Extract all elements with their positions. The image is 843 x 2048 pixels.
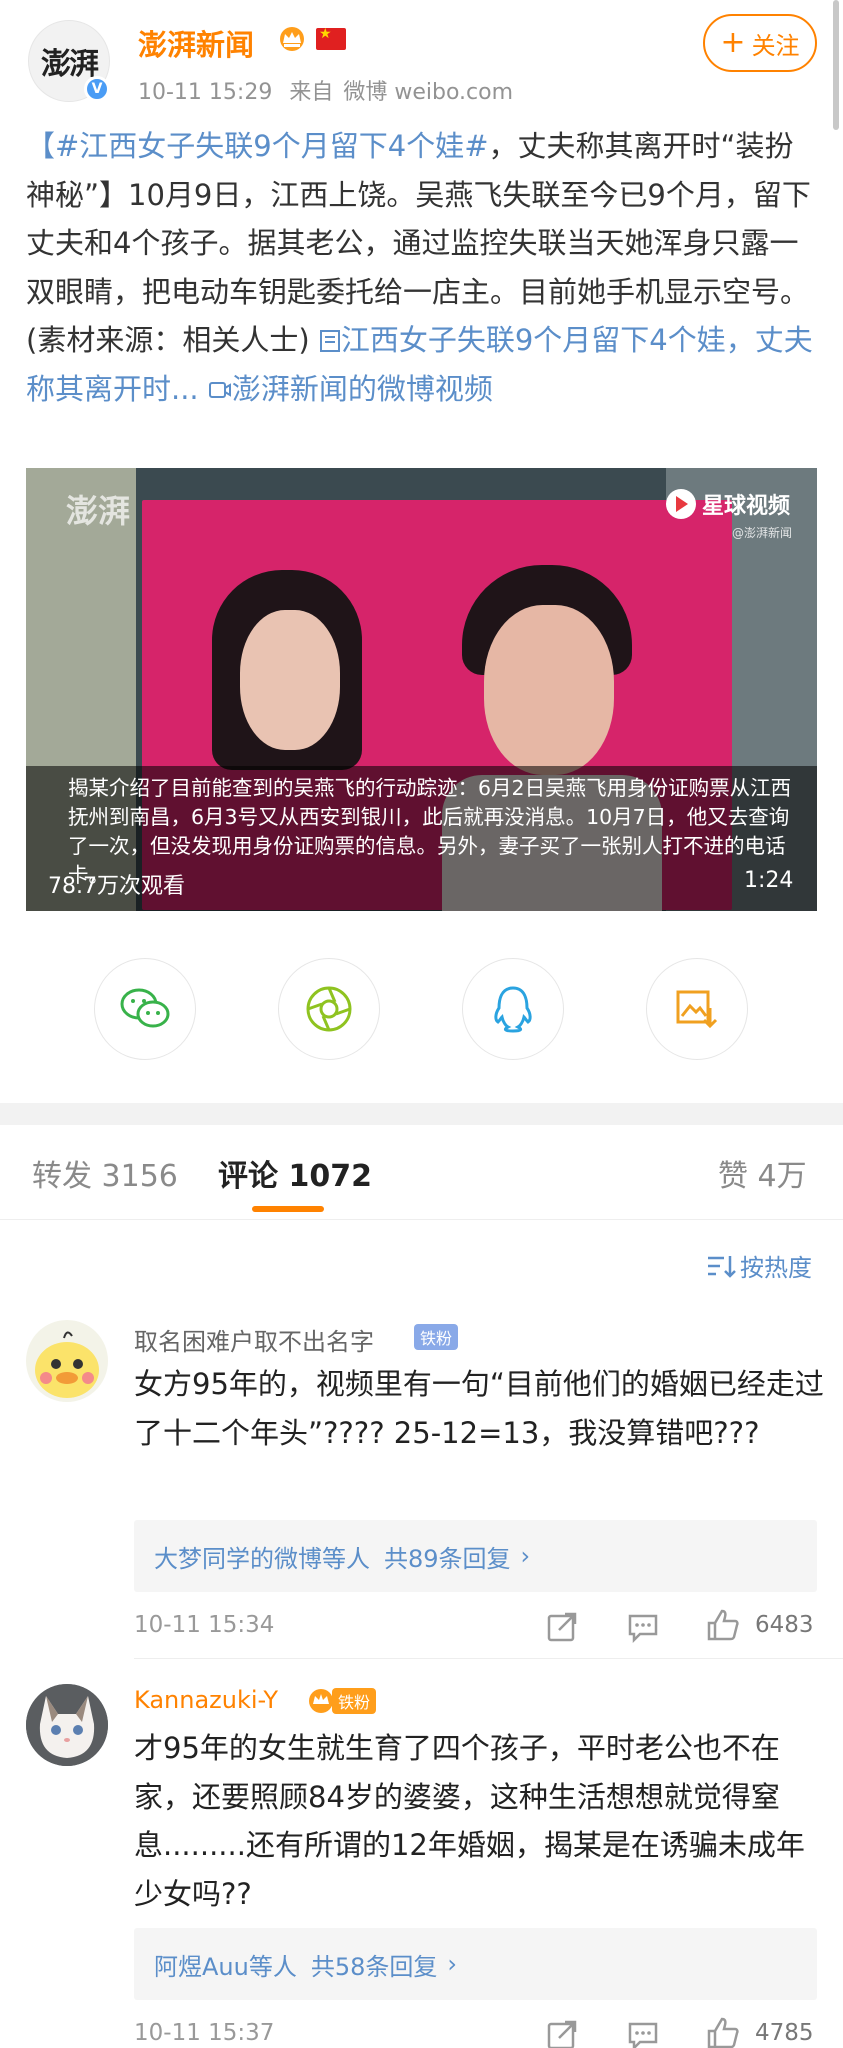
sort-icon <box>708 1255 736 1278</box>
like-count: 6483 <box>755 1612 814 1638</box>
follow-label: 关注 <box>751 31 800 60</box>
article-icon <box>319 330 340 352</box>
replies-users: 阿煜Auu等人 <box>154 1952 297 1981</box>
share-wechat-button[interactable] <box>94 958 196 1060</box>
qq-icon <box>494 986 532 1033</box>
author-name[interactable]: 澎湃新闻 <box>138 22 254 64</box>
commenter-avatar[interactable] <box>26 1684 108 1766</box>
chevron-right-icon: › <box>520 1542 531 1570</box>
reply-comment-icon[interactable] <box>626 2018 660 2048</box>
iron-fan-badge: 铁粉 <box>332 1688 377 1714</box>
save-image-button[interactable] <box>646 958 748 1060</box>
sort-by-hot-button[interactable]: 按热度 <box>706 1248 812 1283</box>
video-icon <box>208 381 231 398</box>
comment-text: 女方95年的，视频里有一句“目前他们的婚姻已经走过了十二个年头”???? 25-… <box>134 1367 824 1450</box>
plus-icon: + <box>720 25 746 60</box>
commenter-name[interactable]: 取名困难户取不出名字 <box>134 1322 374 1357</box>
duck-avatar-icon <box>35 1331 99 1398</box>
crown-icon <box>280 27 304 51</box>
replies-users: 大梦同学的微博等人 <box>154 1544 370 1573</box>
like-count: 4785 <box>755 2020 814 2046</box>
tab-bar: 转发 3156 评论 1072 赞 4万 <box>0 1125 843 1220</box>
verified-badge-icon: V <box>84 76 110 102</box>
moments-icon <box>306 986 352 1032</box>
post-text: 【#江西女子失联9个月留下4个娃#，丈夫称其离开时“装扮神秘”】10月9日，江西… <box>26 122 822 413</box>
tab-repost[interactable]: 转发 3156 <box>32 1151 178 1195</box>
play-logo-icon <box>666 489 696 519</box>
share-comment-icon[interactable] <box>545 2018 579 2048</box>
tab-comments[interactable]: 评论 1072 <box>218 1151 372 1195</box>
follow-button[interactable]: + 关注 <box>703 14 817 72</box>
replies-count: 共89条回复 <box>384 1544 511 1573</box>
video-brand: 星球视频 <box>666 488 790 520</box>
comment-time: 10-11 15:37 <box>134 2020 275 2046</box>
replies-box[interactable]: 大梦同学的微博等人 共89条回复 › <box>134 1520 817 1592</box>
reply-comment-icon[interactable] <box>626 1610 660 1644</box>
commenter-name[interactable]: Kannazuki-Y <box>134 1686 278 1714</box>
cat-avatar-icon <box>26 1684 108 1766</box>
tab-comments-count: 1072 <box>288 1159 372 1194</box>
source-prefix: 来自 <box>289 80 334 105</box>
wechat-icon <box>120 988 170 1028</box>
tab-indicator <box>252 1206 324 1212</box>
share-row <box>0 958 843 1068</box>
tab-repost-count: 3156 <box>101 1159 178 1194</box>
share-comment-icon[interactable] <box>545 1610 579 1644</box>
replies-box[interactable]: 阿煜Auu等人 共58条回复 › <box>134 1928 817 2000</box>
tab-comments-label: 评论 <box>218 1159 278 1194</box>
comment-divider <box>134 1658 843 1659</box>
china-flag-icon <box>316 26 346 50</box>
commenter-avatar[interactable] <box>26 1320 108 1402</box>
brand-sub: @澎湃新闻 <box>732 526 793 540</box>
chevron-right-icon: › <box>447 1950 457 1978</box>
post-time: 10-11 15:29 <box>138 80 273 105</box>
post-source[interactable]: 微博 weibo.com <box>343 80 513 105</box>
post-header: 澎湃 V 澎湃新闻 10-11 15:29 来自微博 weibo.com + 关… <box>0 0 843 125</box>
tab-likes-count: 4万 <box>757 1159 807 1194</box>
hashtag-link[interactable]: 【#江西女子失联9个月留下4个娃# <box>26 129 489 163</box>
video-duration: 1:24 <box>744 868 794 893</box>
like-icon[interactable] <box>706 1608 740 1642</box>
section-divider <box>0 1103 843 1125</box>
tab-likes[interactable]: 赞 4万 <box>718 1151 807 1195</box>
video-watermark: 澎湃 <box>66 492 131 530</box>
view-count: 78.7万次观看 <box>48 874 185 899</box>
sort-label: 按热度 <box>740 1254 812 1282</box>
post-meta: 10-11 15:29 来自 微博 weibo.com <box>138 74 523 106</box>
share-moments-button[interactable] <box>278 958 380 1060</box>
brand-label: 星球视频 <box>702 494 791 519</box>
video-player[interactable]: 澎湃 星球视频 @澎湃新闻 揭某介绍了目前能查到的吴燕飞的行动踪迹：6月2日吴燕… <box>26 468 817 911</box>
replies-count: 共58条回复 <box>310 1952 438 1981</box>
tab-likes-label: 赞 <box>718 1159 748 1194</box>
video-link[interactable]: 澎湃新闻的微博视频 <box>208 372 493 406</box>
iron-fan-badge: 铁粉 <box>414 1324 459 1350</box>
scrollbar[interactable] <box>833 0 839 130</box>
comment-time: 10-11 15:34 <box>134 1612 275 1638</box>
comment-text: 才95年的女生就生育了四个孩子，平时老公也不在家，还要照顾84岁的婆婆，这种生活… <box>134 1731 805 1911</box>
share-qq-button[interactable] <box>462 958 564 1060</box>
like-icon[interactable] <box>706 2016 740 2048</box>
video-link-text: 澎湃新闻的微博视频 <box>231 371 493 406</box>
tab-repost-label: 转发 <box>32 1159 92 1194</box>
save-image-icon <box>676 990 718 1029</box>
avatar-logo-text: 澎湃 <box>41 47 99 82</box>
